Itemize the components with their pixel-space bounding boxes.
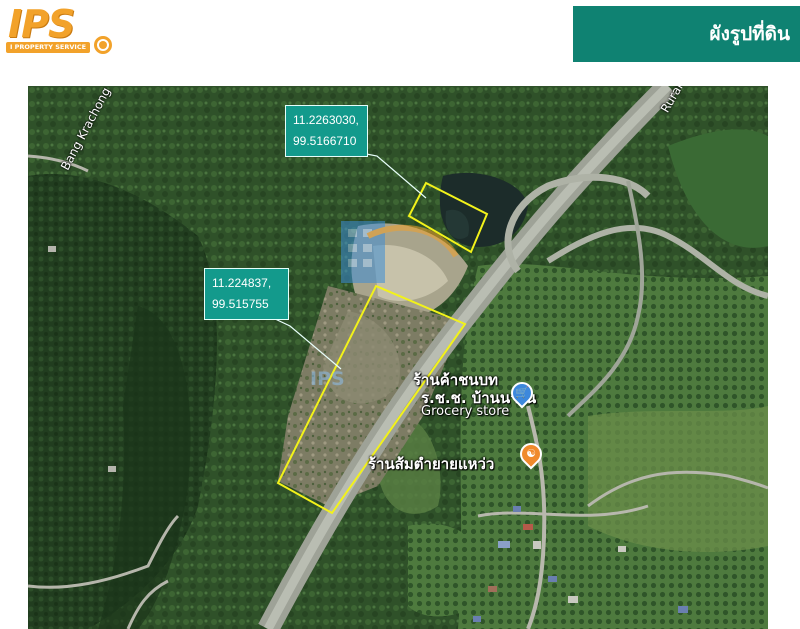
map-imagery [28, 86, 768, 629]
logo-tagline: I PROPERTY SERVICE [6, 42, 90, 53]
company-logo: IPS I PROPERTY SERVICE [4, 4, 124, 56]
coordinate-callout-south: 11.224837, 99.515755 [204, 268, 289, 320]
store-category: Grocery store [421, 404, 510, 419]
logo-text: IPS [8, 2, 75, 46]
satellite-map[interactable]: IPS Bang Krachong Rural R ร้านค้าชนบท ร.… [28, 86, 768, 629]
page-title-banner: ผังรูปที่ดิน [573, 6, 800, 62]
coordinate-callout-north: 11.2263030, 99.5166710 [285, 105, 368, 157]
callout-longitude: 99.5166710 [293, 134, 357, 148]
callout-latitude: 11.2263030, [293, 113, 359, 127]
key-ring-icon [94, 36, 112, 54]
watermark-text: IPS [310, 368, 345, 390]
page-title: ผังรูปที่ดิน [709, 23, 790, 45]
callout-latitude: 11.224837, [212, 276, 272, 290]
restaurant-name: ร้านส้มตำยายแหว่ว [368, 455, 495, 473]
callout-longitude: 99.515755 [212, 297, 269, 311]
